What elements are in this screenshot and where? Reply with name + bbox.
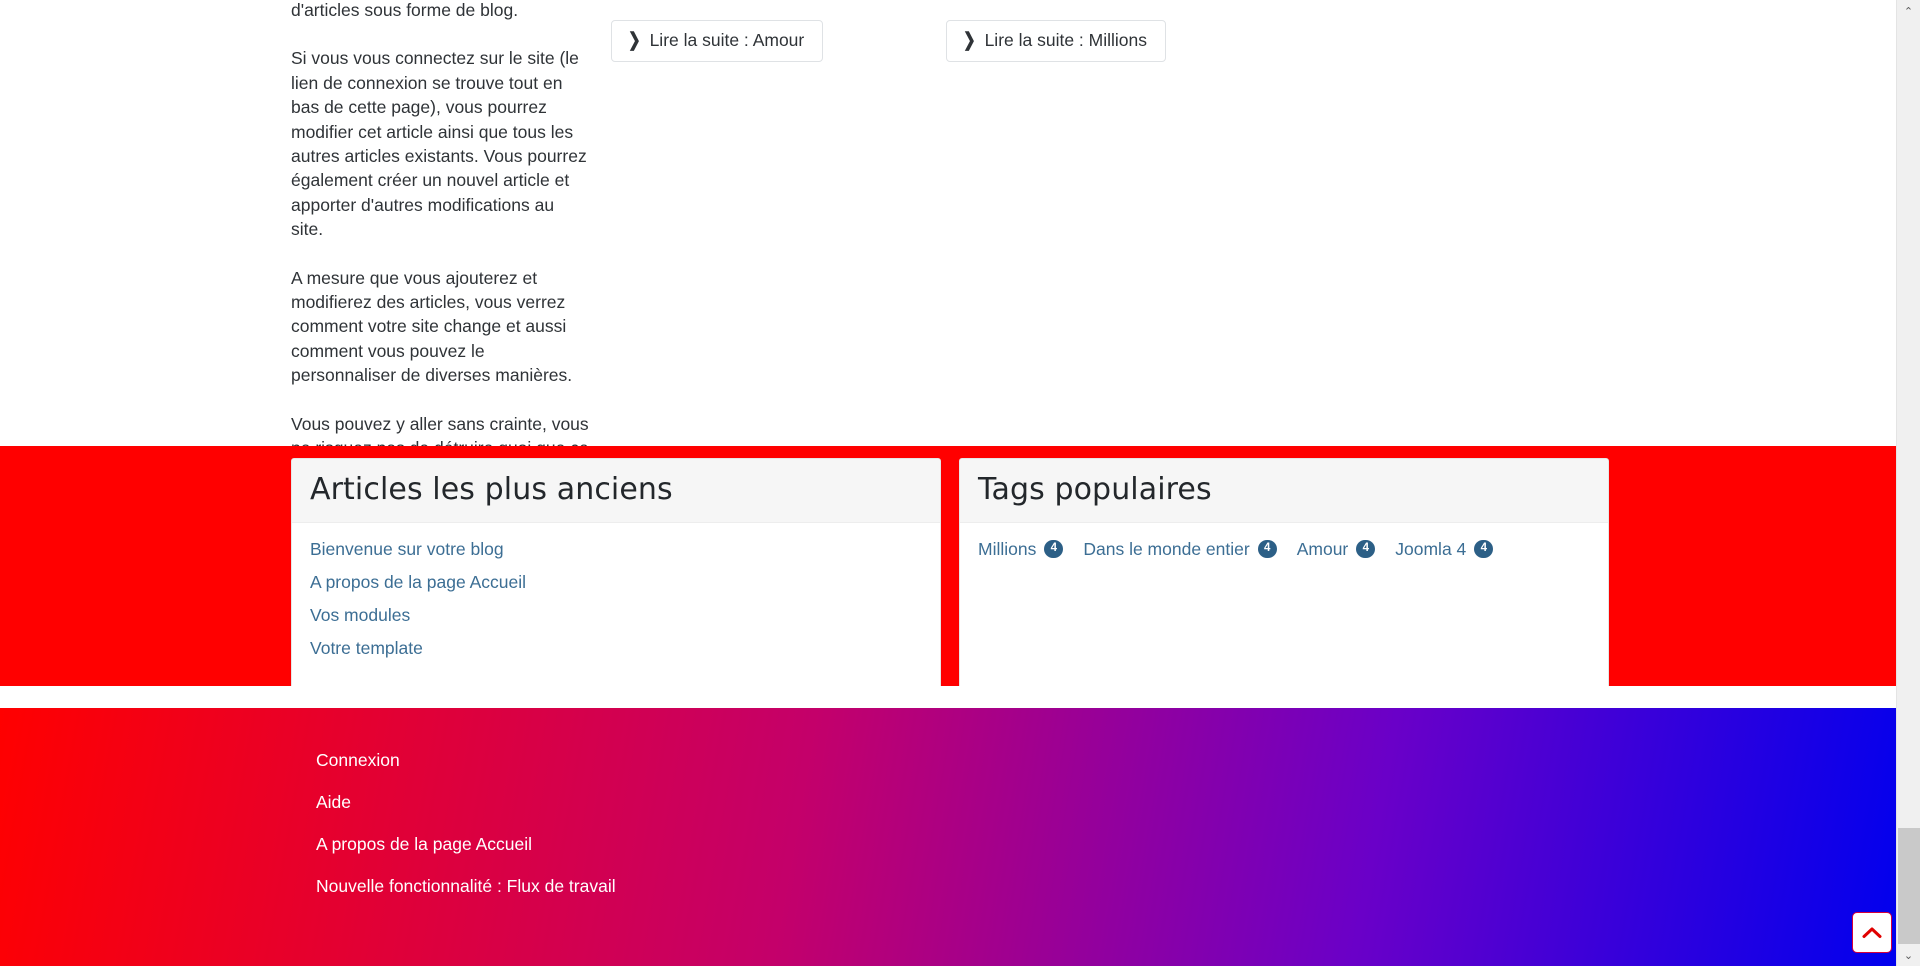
footer-link-flux-de-travail[interactable]: Nouvelle fonctionnalité : Flux de travai… — [316, 876, 616, 896]
list-item: Nouvelle fonctionnalité : Flux de travai… — [316, 876, 616, 897]
page-scrollbar[interactable]: ⌃ ⌄ — [1896, 0, 1920, 966]
chevron-up-icon — [1862, 927, 1882, 938]
oldest-article-link-1[interactable]: Bienvenue sur votre blog — [310, 539, 504, 559]
read-more-amour-button[interactable]: ❯ Lire la suite : Amour — [611, 20, 824, 62]
tag-count-badge-2: 4 — [1257, 540, 1277, 558]
chevron-right-icon: ❯ — [628, 30, 641, 52]
list-item: Joomla 4 4 — [1395, 539, 1494, 560]
module-popular-tags-title: Tags populaires — [978, 472, 1212, 507]
chevron-right-icon: ❯ — [963, 30, 976, 52]
scrollbar-thumb[interactable] — [1898, 828, 1920, 944]
module-oldest-articles-body: Bienvenue sur votre blog A propos de la … — [292, 523, 940, 677]
footer-link-connexion[interactable]: Connexion — [316, 750, 400, 770]
section-separator — [0, 686, 1896, 708]
read-more-millions-wrapper: ❯ Lire la suite : Millions — [946, 20, 1166, 62]
list-item: A propos de la page Accueil — [316, 834, 616, 855]
list-item: Connexion — [316, 750, 616, 771]
module-oldest-articles-header: Articles les plus anciens — [292, 459, 940, 523]
tag-count-badge-1: 4 — [1044, 540, 1064, 558]
tag-link-3[interactable]: Amour — [1297, 539, 1349, 560]
list-item: Aide — [316, 792, 616, 813]
module-popular-tags-header: Tags populaires — [960, 459, 1608, 523]
footer-link-aide[interactable]: Aide — [316, 792, 351, 812]
list-item: Amour 4 — [1297, 539, 1376, 560]
tag-count-badge-3: 4 — [1356, 540, 1376, 558]
popular-tags-list: Millions 4 Dans le monde entier 4 Amour … — [978, 539, 1590, 560]
article-paragraph-2: Si vous vous connectez sur le site (le l… — [291, 48, 587, 240]
read-more-millions-label: Lire la suite : Millions — [984, 30, 1147, 50]
list-item: A propos de la page Accueil — [310, 572, 922, 593]
module-oldest-articles-title: Articles les plus anciens — [310, 472, 673, 507]
blog-columns: Ce site est un exemple d'affichage d'art… — [291, 0, 1591, 509]
scrollbar-down-arrow-icon[interactable]: ⌄ — [1897, 944, 1920, 966]
list-item: Bienvenue sur votre blog — [310, 539, 922, 560]
blog-column-1: Ce site est un exemple d'affichage d'art… — [291, 0, 611, 509]
module-popular-tags-body: Millions 4 Dans le monde entier 4 Amour … — [960, 523, 1608, 578]
oldest-article-link-4[interactable]: Votre template — [310, 638, 423, 658]
site-footer: Connexion Aide A propos de la page Accue… — [0, 708, 1896, 966]
oldest-article-link-2[interactable]: A propos de la page Accueil — [310, 572, 526, 592]
article-paragraph-3: A mesure que vous ajouterez et modifiere… — [291, 267, 573, 386]
tag-link-2[interactable]: Dans le monde entier — [1083, 539, 1249, 560]
page-root: Ce site est un exemple d'affichage d'art… — [0, 0, 1920, 966]
back-to-top-button[interactable] — [1852, 912, 1892, 953]
footer-link-a-propos[interactable]: A propos de la page Accueil — [316, 834, 532, 854]
module-popular-tags: Tags populaires Millions 4 Dans le monde… — [959, 458, 1609, 696]
tag-link-4[interactable]: Joomla 4 — [1395, 539, 1466, 560]
bottom-modules-red-band: Articles les plus anciens Bienvenue sur … — [0, 446, 1896, 696]
scrollbar-up-arrow-icon[interactable]: ⌃ — [1897, 0, 1920, 22]
tag-link-1[interactable]: Millions — [978, 539, 1036, 560]
read-more-millions-button[interactable]: ❯ Lire la suite : Millions — [946, 20, 1166, 62]
module-oldest-articles: Articles les plus anciens Bienvenue sur … — [291, 458, 941, 696]
list-item: Millions 4 — [978, 539, 1064, 560]
footer-nav: Connexion Aide A propos de la page Accue… — [316, 750, 616, 918]
oldest-article-link-3[interactable]: Vos modules — [310, 605, 410, 625]
list-item: Votre template — [310, 638, 922, 659]
read-more-amour-label: Lire la suite : Amour — [649, 30, 805, 50]
modules-row: Articles les plus anciens Bienvenue sur … — [291, 458, 1609, 696]
list-item: Vos modules — [310, 605, 922, 626]
oldest-articles-list: Bienvenue sur votre blog A propos de la … — [310, 539, 922, 659]
tag-count-badge-4: 4 — [1474, 540, 1494, 558]
list-item: Dans le monde entier 4 — [1083, 539, 1277, 560]
read-more-amour-wrapper: ❯ Lire la suite : Amour — [611, 20, 824, 62]
blog-content-area: Ce site est un exemple d'affichage d'art… — [0, 0, 1896, 483]
article-paragraph-1: d'articles sous forme de blog. — [291, 0, 519, 20]
